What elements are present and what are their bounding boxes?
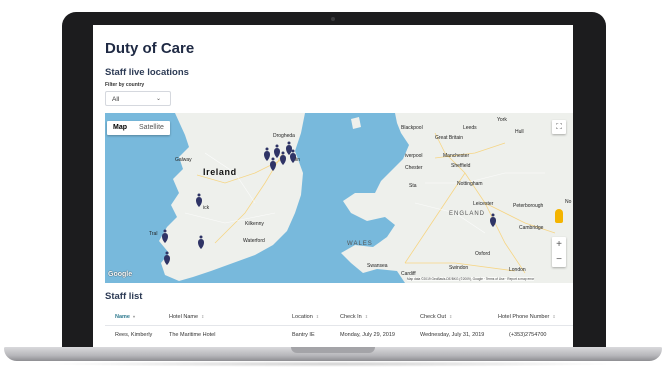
place-liverpool: iverpool — [405, 153, 423, 159]
place-great-britain: Great Britain — [435, 135, 464, 141]
zoom-in-button[interactable]: + — [552, 237, 566, 252]
satellite-view-button[interactable]: Satellite — [133, 121, 170, 135]
street-view-pegman-icon[interactable] — [555, 209, 563, 223]
place-cambridge: Cambridge — [519, 225, 544, 231]
chevron-down-icon: ⌄ — [155, 96, 161, 102]
place-drogheda: Drogheda — [273, 133, 295, 139]
table-row[interactable]: Rees, Kimberly The Maritime Hotel Bantry… — [105, 327, 573, 341]
sort-icon: ⇕ — [552, 314, 556, 319]
cell-location: Bantry IE — [292, 332, 315, 338]
cell-hotel: The Maritime Hotel — [169, 332, 216, 338]
place-dublin: lin — [295, 157, 301, 163]
camera-icon — [331, 17, 335, 21]
google-logo: Google — [108, 271, 133, 278]
cell-check-in: Monday, July 29, 2019 — [340, 332, 395, 338]
place-wales: WALES — [347, 241, 373, 247]
cell-phone: (+353)2754700 — [509, 332, 547, 338]
sort-icon: ⇕ — [448, 314, 453, 319]
screen: Duty of Care Staff live locations Filter… — [93, 25, 573, 347]
page-title: Duty of Care — [105, 40, 195, 57]
place-nottingham: Nottingham — [457, 181, 483, 187]
place-london: London — [509, 267, 526, 273]
place-leeds: Leeds — [463, 125, 477, 131]
map-view-button[interactable]: Map — [107, 121, 133, 135]
sort-icon: ⇕ — [315, 314, 320, 319]
place-hull: Hull — [515, 129, 524, 135]
column-header-check-out[interactable]: Check Out ⇕ — [420, 314, 452, 320]
place-swindon: Swindon — [449, 265, 469, 271]
place-galway: Galway — [175, 157, 192, 163]
zoom-control: + − — [552, 237, 566, 267]
country-filter-value: All — [112, 96, 120, 103]
sort-desc-icon: ▾ — [132, 314, 135, 319]
place-oxford: Oxford — [475, 251, 491, 257]
column-header-phone[interactable]: Hotel Phone Number ⇕ — [498, 314, 556, 320]
place-swansea: Swansea — [367, 263, 388, 269]
place-york: York — [497, 117, 507, 123]
place-chester: Chester — [405, 165, 423, 171]
column-header-check-in[interactable]: Check In ⇕ — [340, 314, 368, 320]
zoom-out-button[interactable]: − — [552, 252, 566, 267]
column-header-location[interactable]: Location ⇕ — [292, 314, 319, 320]
place-sheffield: Sheffield — [451, 163, 471, 169]
cell-name: Rees, Kimberly — [115, 332, 153, 338]
place-peterborough: Peterborough — [513, 203, 544, 209]
map-canvas[interactable] — [105, 113, 573, 283]
table-header: Name ▾ Hotel Name ⇕ Location ⇕ Check In ⇕ Ch… — [105, 309, 573, 326]
place-england: ENGLAND — [449, 211, 486, 217]
column-header-name[interactable]: Name ▾ — [115, 314, 135, 320]
place-tralee: Tral — [149, 231, 158, 237]
map-type-control: Map Satellite — [107, 121, 170, 135]
section-title: Staff live locations — [105, 67, 189, 78]
place-leicester: Leicester — [473, 201, 494, 207]
fullscreen-icon[interactable]: ⛶ — [552, 120, 566, 134]
column-header-hotel-name[interactable]: Hotel Name ⇕ — [169, 314, 204, 320]
place-blackpool: Blackpool — [401, 125, 423, 131]
staff-list-title: Staff list — [105, 291, 143, 302]
filter-label: Filter by country — [105, 82, 145, 88]
place-sta: Sta — [409, 183, 417, 189]
laptop-shadow — [40, 361, 626, 367]
place-limerick: ick — [203, 205, 210, 211]
sort-icon: ⇕ — [364, 314, 369, 319]
place-ireland: Ireland — [203, 167, 237, 177]
country-filter-select[interactable]: All ⌄ — [105, 91, 171, 106]
map-attribution[interactable]: Map data ©2019 GeoBasis-DE/BKG (©2009), … — [407, 277, 535, 281]
sort-icon: ⇕ — [201, 314, 205, 319]
cell-check-out: Wednesday, July 31, 2019 — [420, 332, 485, 338]
place-no: No — [565, 199, 572, 205]
map[interactable]: Map Satellite ⛶ + − Ireland Galway ick K… — [105, 113, 573, 283]
place-waterford: Waterford — [243, 238, 265, 244]
place-kilkenny: Kilkenny — [245, 221, 264, 227]
laptop-notch — [291, 347, 375, 353]
place-manchester: Manchester — [443, 153, 470, 159]
